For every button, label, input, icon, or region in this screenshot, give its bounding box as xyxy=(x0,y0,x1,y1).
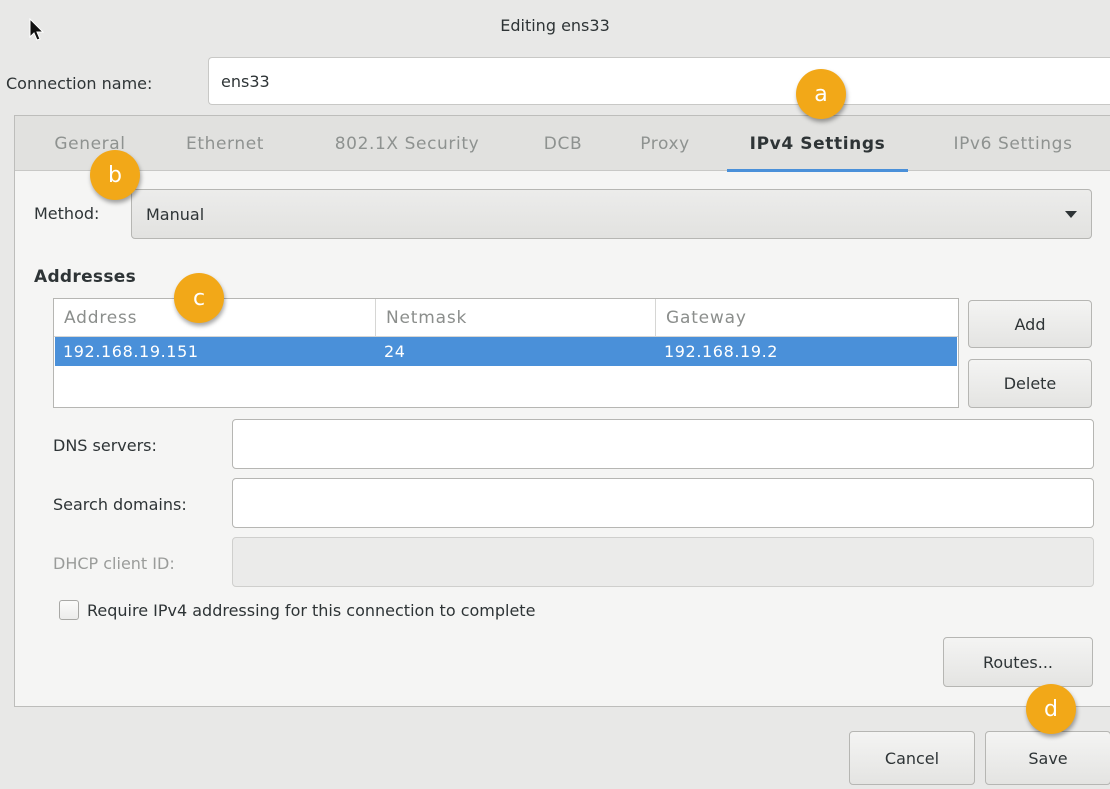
cell-address[interactable]: 192.168.19.151 xyxy=(55,337,375,366)
require-ipv4-label[interactable]: Require IPv4 addressing for this connect… xyxy=(87,601,535,620)
tab-proxy[interactable]: Proxy xyxy=(619,116,711,171)
cell-gateway[interactable]: 192.168.19.2 xyxy=(656,337,958,366)
method-dropdown[interactable]: Manual xyxy=(131,189,1092,239)
tab-dcb[interactable]: DCB xyxy=(523,116,603,171)
add-address-button[interactable]: Add xyxy=(968,300,1092,348)
dialog-footer: Cancel Save xyxy=(0,707,1110,789)
column-header-gateway[interactable]: Gateway xyxy=(656,299,958,337)
dhcp-client-id-input xyxy=(232,537,1094,587)
dns-servers-label: DNS servers: xyxy=(53,436,157,455)
require-ipv4-checkbox[interactable] xyxy=(59,600,79,620)
callout-badge-b: b xyxy=(90,150,140,200)
dns-servers-input[interactable] xyxy=(232,419,1094,469)
callout-badge-d: d xyxy=(1026,684,1076,734)
search-domains-label: Search domains: xyxy=(53,495,187,514)
connection-name-label: Connection name: xyxy=(6,74,153,93)
callout-badge-c: c xyxy=(174,273,224,323)
tab-ipv6-settings[interactable]: IPv6 Settings xyxy=(925,116,1101,171)
routes-button[interactable]: Routes... xyxy=(943,637,1093,687)
require-ipv4-option[interactable]: Require IPv4 addressing for this connect… xyxy=(59,600,535,620)
title-bar: Editing ens33 xyxy=(0,0,1110,48)
window-title: Editing ens33 xyxy=(500,16,610,35)
settings-notebook: General Ethernet 802.1X Security DCB Pro… xyxy=(14,115,1110,707)
callout-badge-a: a xyxy=(796,69,846,119)
ipv4-settings-page: Method: Manual Addresses Address Netmask… xyxy=(15,172,1110,706)
edit-connection-window: Editing ens33 Connection name: ens33 Gen… xyxy=(0,0,1110,789)
chevron-down-icon xyxy=(1065,211,1077,218)
tab-8021x-security[interactable]: 802.1X Security xyxy=(303,116,511,171)
tab-bar: General Ethernet 802.1X Security DCB Pro… xyxy=(15,116,1110,172)
save-button[interactable]: Save xyxy=(985,731,1110,785)
dhcp-client-id-label: DHCP client ID: xyxy=(53,554,175,573)
method-value: Manual xyxy=(146,204,205,224)
cancel-button[interactable]: Cancel xyxy=(849,731,975,785)
addresses-heading: Addresses xyxy=(34,267,136,287)
delete-address-button[interactable]: Delete xyxy=(968,359,1092,408)
table-row[interactable]: 192.168.19.151 24 192.168.19.2 xyxy=(55,337,957,366)
tab-ipv4-settings[interactable]: IPv4 Settings xyxy=(727,116,908,172)
method-label: Method: xyxy=(34,204,100,223)
search-domains-input[interactable] xyxy=(232,478,1094,528)
cell-netmask[interactable]: 24 xyxy=(376,337,656,366)
tab-ethernet[interactable]: Ethernet xyxy=(161,116,289,171)
column-header-netmask[interactable]: Netmask xyxy=(376,299,656,337)
connection-name-input[interactable]: ens33 xyxy=(208,57,1110,105)
